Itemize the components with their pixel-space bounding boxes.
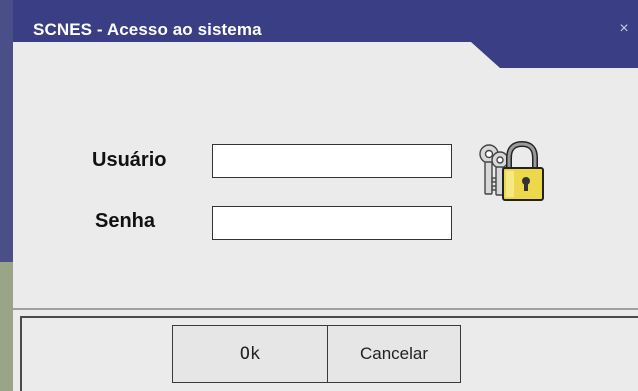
ok-button[interactable]: Ok bbox=[172, 325, 328, 383]
background-window-strip bbox=[0, 0, 13, 391]
password-label: Senha bbox=[95, 210, 156, 232]
login-dialog: SCNES - Acesso ao sistema × Usuário Senh… bbox=[0, 0, 638, 391]
window-title: SCNES - Acesso ao sistema bbox=[33, 20, 262, 39]
password-input[interactable] bbox=[212, 206, 452, 240]
user-label: Usuário bbox=[92, 149, 167, 171]
keys-padlock-icon bbox=[479, 140, 544, 201]
close-icon[interactable]: × bbox=[616, 20, 632, 38]
background-window-lower-strip bbox=[0, 262, 13, 391]
cancel-button[interactable]: Cancelar bbox=[327, 325, 461, 383]
title-bar[interactable]: SCNES - Acesso ao sistema × bbox=[13, 0, 638, 68]
user-input[interactable] bbox=[212, 144, 452, 178]
separator bbox=[13, 308, 638, 310]
